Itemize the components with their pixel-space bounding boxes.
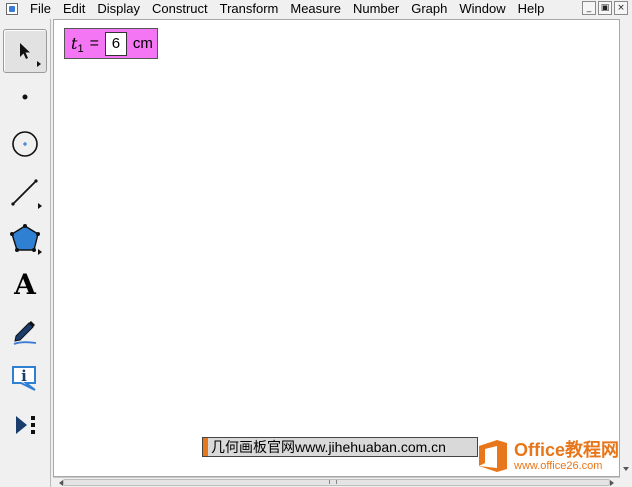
watermark-accent-bar bbox=[203, 438, 208, 456]
menu-transform[interactable]: Transform bbox=[214, 0, 285, 18]
arrow-select-tool[interactable] bbox=[3, 29, 47, 73]
menu-edit[interactable]: Edit bbox=[57, 0, 91, 18]
point-tool[interactable] bbox=[3, 75, 47, 119]
site-watermark: 几何画板官网www.jihehuaban.com.cn bbox=[202, 437, 478, 457]
parameter-subscript: 1 bbox=[77, 42, 84, 55]
svg-text:i: i bbox=[21, 367, 27, 385]
menu-bar: File Edit Display Construct Transform Me… bbox=[0, 0, 632, 18]
flyout-arrow-icon bbox=[37, 61, 41, 67]
menu-file[interactable]: File bbox=[24, 0, 57, 18]
point-icon bbox=[22, 94, 28, 100]
menu-window[interactable]: Window bbox=[453, 0, 511, 18]
scroll-right-icon[interactable] bbox=[610, 480, 614, 486]
text-tool[interactable]: A bbox=[3, 263, 47, 307]
office-logo: Office教程网 www.office26.com bbox=[476, 436, 626, 476]
parameter-t1[interactable]: t 1 = 6 cm bbox=[64, 28, 158, 59]
parameter-equals: = bbox=[89, 34, 99, 52]
line-segment-icon bbox=[11, 179, 38, 206]
marker-tool[interactable] bbox=[3, 309, 47, 353]
custom-tool-icon bbox=[16, 416, 35, 434]
window-controls: _ ▣ × bbox=[582, 1, 628, 15]
menu-number[interactable]: Number bbox=[347, 0, 405, 18]
text-a-icon: A bbox=[14, 268, 36, 301]
flyout-arrow-icon bbox=[38, 249, 42, 255]
parameter-unit: cm bbox=[132, 35, 153, 52]
minimize-button[interactable]: _ bbox=[582, 1, 596, 15]
menu-help[interactable]: Help bbox=[512, 0, 551, 18]
vertical-scrollbar[interactable] bbox=[620, 19, 632, 477]
office-logo-url: www.office26.com bbox=[514, 459, 603, 472]
restore-button[interactable]: ▣ bbox=[598, 1, 612, 15]
marker-pen-icon bbox=[13, 321, 37, 345]
menu-measure[interactable]: Measure bbox=[284, 0, 347, 18]
circle-icon bbox=[12, 131, 38, 157]
app-document-icon[interactable] bbox=[6, 3, 18, 15]
custom-tools[interactable] bbox=[3, 403, 47, 447]
straightedge-tool[interactable] bbox=[3, 170, 47, 214]
flyout-arrow-icon bbox=[38, 203, 42, 209]
parameter-value-field[interactable]: 6 bbox=[104, 31, 127, 56]
toolbox: A i bbox=[0, 19, 51, 487]
compass-tool[interactable] bbox=[3, 122, 47, 166]
menu-display[interactable]: Display bbox=[91, 0, 146, 18]
office-logo-name: Office教程网 bbox=[514, 439, 620, 460]
polygon-tool[interactable] bbox=[3, 216, 47, 260]
info-balloon-icon: i bbox=[12, 366, 36, 391]
office-logo-icon bbox=[479, 440, 507, 472]
polygon-icon bbox=[10, 224, 40, 252]
close-button[interactable]: × bbox=[614, 1, 628, 15]
scroll-grip-icon bbox=[329, 480, 337, 484]
sketch-canvas[interactable]: t 1 = 6 cm bbox=[53, 19, 620, 477]
office-logo-text: Office教程网 www.office26.com bbox=[514, 441, 619, 472]
watermark-text: 几何画板官网www.jihehuaban.com.cn bbox=[211, 439, 446, 455]
menu-graph[interactable]: Graph bbox=[405, 0, 453, 18]
information-tool[interactable]: i bbox=[3, 356, 47, 400]
arrow-cursor-icon bbox=[20, 43, 30, 59]
menu-construct[interactable]: Construct bbox=[146, 0, 214, 18]
horizontal-scrollbar[interactable] bbox=[53, 477, 620, 487]
